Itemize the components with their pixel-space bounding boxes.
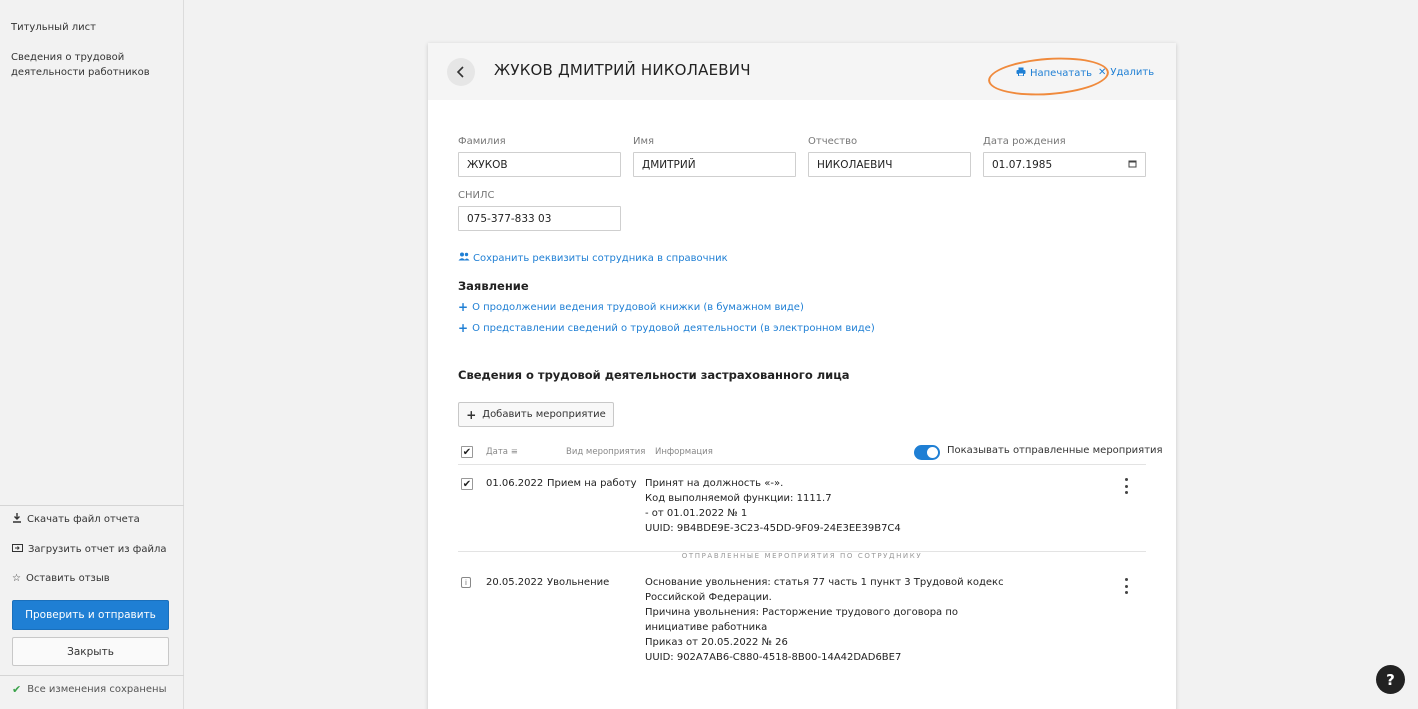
row-info-line: Код выполняемой функции: 1111.7 [645,493,832,504]
sort-icon: ≡ [510,447,518,457]
delete-label: Удалить [1110,67,1155,78]
col-date-header[interactable]: Дата ≡ [486,447,518,457]
print-label: Напечатать [1030,67,1093,79]
birthdate-label: Дата рождения [983,136,1066,147]
plus-icon: + [458,300,469,314]
patronymic-field[interactable]: НИКОЛАЕВИЧ [808,152,971,177]
snils-field[interactable]: 075-377-833 03 [458,206,621,231]
save-status-label: Все изменения сохранены [27,684,167,695]
delete-button[interactable]: ✕ Удалить [1098,67,1154,78]
print-button[interactable]: Напечатать [1016,67,1092,79]
snils-value: 075-377-833 03 [467,212,552,225]
table-divider [458,464,1146,465]
sent-row-info-line: Российской Федерации. [645,592,772,603]
nav-item-title-page[interactable]: Титульный лист [11,20,96,35]
sent-events-label: ОТПРАВЛЕННЫЕ МЕРОПРИЯТИЯ ПО СОТРУДНИКУ [681,552,923,560]
info-icon: i [461,577,471,588]
calendar-icon[interactable] [1128,159,1137,171]
sidebar: Титульный лист Сведения о трудовой деяте… [0,0,184,709]
upload-report-label: Загрузить отчет из файла [28,544,167,555]
statement-heading: Заявление [458,279,529,293]
star-icon: ☆ [12,573,21,584]
card-header: ЖУКОВ ДМИТРИЙ НИКОЛАЕВИЧ Напечатать ✕ Уд… [428,43,1176,100]
feedback-link[interactable]: ☆ Оставить отзыв [12,573,110,584]
activity-heading: Сведения о трудовой деятельности застрах… [458,368,850,382]
chevron-left-icon [456,66,464,78]
close-icon: ✕ [1098,67,1107,78]
row-info-line: Принят на должность «-». [645,478,784,489]
plus-icon: + [466,407,477,422]
show-sent-toggle[interactable] [914,445,940,460]
col-type-header: Вид мероприятия [566,447,646,457]
name-value: ДМИТРИЙ [642,158,696,171]
statement-paper-link[interactable]: + О продолжении ведения трудовой книжки … [458,300,804,314]
patronymic-value: НИКОЛАЕВИЧ [817,158,893,171]
plus-icon: + [458,321,469,335]
printer-icon [1016,67,1026,79]
feedback-label: Оставить отзыв [25,573,110,584]
download-report-link[interactable]: Скачать файл отчета [12,513,140,526]
snils-label: СНИЛС [458,190,495,201]
row-info-line: UUID: 9B4BDE9E-3C23-45DD-9F09-24E3EE39B7… [645,523,901,534]
employee-card: ЖУКОВ ДМИТРИЙ НИКОЛАЕВИЧ Напечатать ✕ Уд… [428,43,1176,709]
row-menu-icon[interactable] [1122,478,1130,494]
sent-row-menu-icon[interactable] [1122,578,1130,594]
row-date: 01.06.2022 [486,478,544,489]
statement-electronic-link[interactable]: + О представлении сведений о трудовой де… [458,321,875,335]
download-icon [12,513,22,526]
help-button[interactable]: ? [1376,665,1405,694]
sent-row-type: Увольнение [547,577,610,588]
surname-label: Фамилия [458,136,506,147]
name-field[interactable]: ДМИТРИЙ [633,152,796,177]
surname-value: ЖУКОВ [467,158,508,171]
row-info-line: - от 01.01.2022 № 1 [645,508,748,519]
birthdate-field[interactable]: 01.07.1985 [983,152,1146,177]
sent-row-info-line: UUID: 902A7AB6-C880-4518-8B00-14A42DAD6B… [645,652,902,663]
add-event-label: Добавить мероприятие [482,409,606,420]
upload-report-link[interactable]: Загрузить отчет из файла [12,543,166,556]
row-type: Прием на работу [547,478,637,489]
users-icon [458,252,470,264]
upload-icon [12,543,23,556]
check-icon: ✔ [12,683,22,696]
nav-item-employees-info[interactable]: Сведения о трудовой деятельности работни… [11,50,161,80]
save-to-directory-link[interactable]: Сохранить реквизиты сотрудника в справоч… [458,252,728,264]
sent-row-info-line: Приказ от 20.05.2022 № 26 [645,637,788,648]
save-to-directory-label: Сохранить реквизиты сотрудника в справоч… [473,252,728,264]
sidebar-divider [0,505,184,506]
sent-row-info-line: инициативе работника [645,622,768,633]
patronymic-label: Отчество [808,136,858,147]
sent-row-info-line: Основание увольнения: статья 77 часть 1 … [645,577,1004,588]
saved-divider [0,675,184,676]
add-event-button[interactable]: + Добавить мероприятие [458,402,614,427]
col-info-header: Информация [655,447,713,457]
download-report-label: Скачать файл отчета [27,514,140,525]
row-checkbox[interactable]: ✔ [461,478,473,490]
close-button[interactable]: Закрыть [12,637,169,666]
surname-field[interactable]: ЖУКОВ [458,152,621,177]
back-button[interactable] [447,58,475,86]
statement-electronic-label: О представлении сведений о трудовой деят… [472,322,875,334]
name-label: Имя [633,136,655,147]
check-and-send-button[interactable]: Проверить и отправить [12,600,169,630]
save-status: ✔ Все изменения сохранены [12,683,166,696]
sent-row-info: Основание увольнения: статья 77 часть 1 … [645,575,1004,665]
employee-title: ЖУКОВ ДМИТРИЙ НИКОЛАЕВИЧ [494,61,751,79]
col-date-label: Дата [486,447,509,457]
sent-row-date: 20.05.2022 [486,577,544,588]
row-info: Принят на должность «-». Код выполняемой… [645,476,901,536]
statement-paper-label: О продолжении ведения трудовой книжки (в… [472,301,804,313]
sent-row-info-line: Причина увольнения: Расторжение трудовог… [645,607,959,618]
birthdate-value: 01.07.1985 [992,158,1053,171]
show-sent-label: Показывать отправленные мероприятия [947,445,1163,456]
select-all-checkbox[interactable]: ✔ [461,446,473,458]
